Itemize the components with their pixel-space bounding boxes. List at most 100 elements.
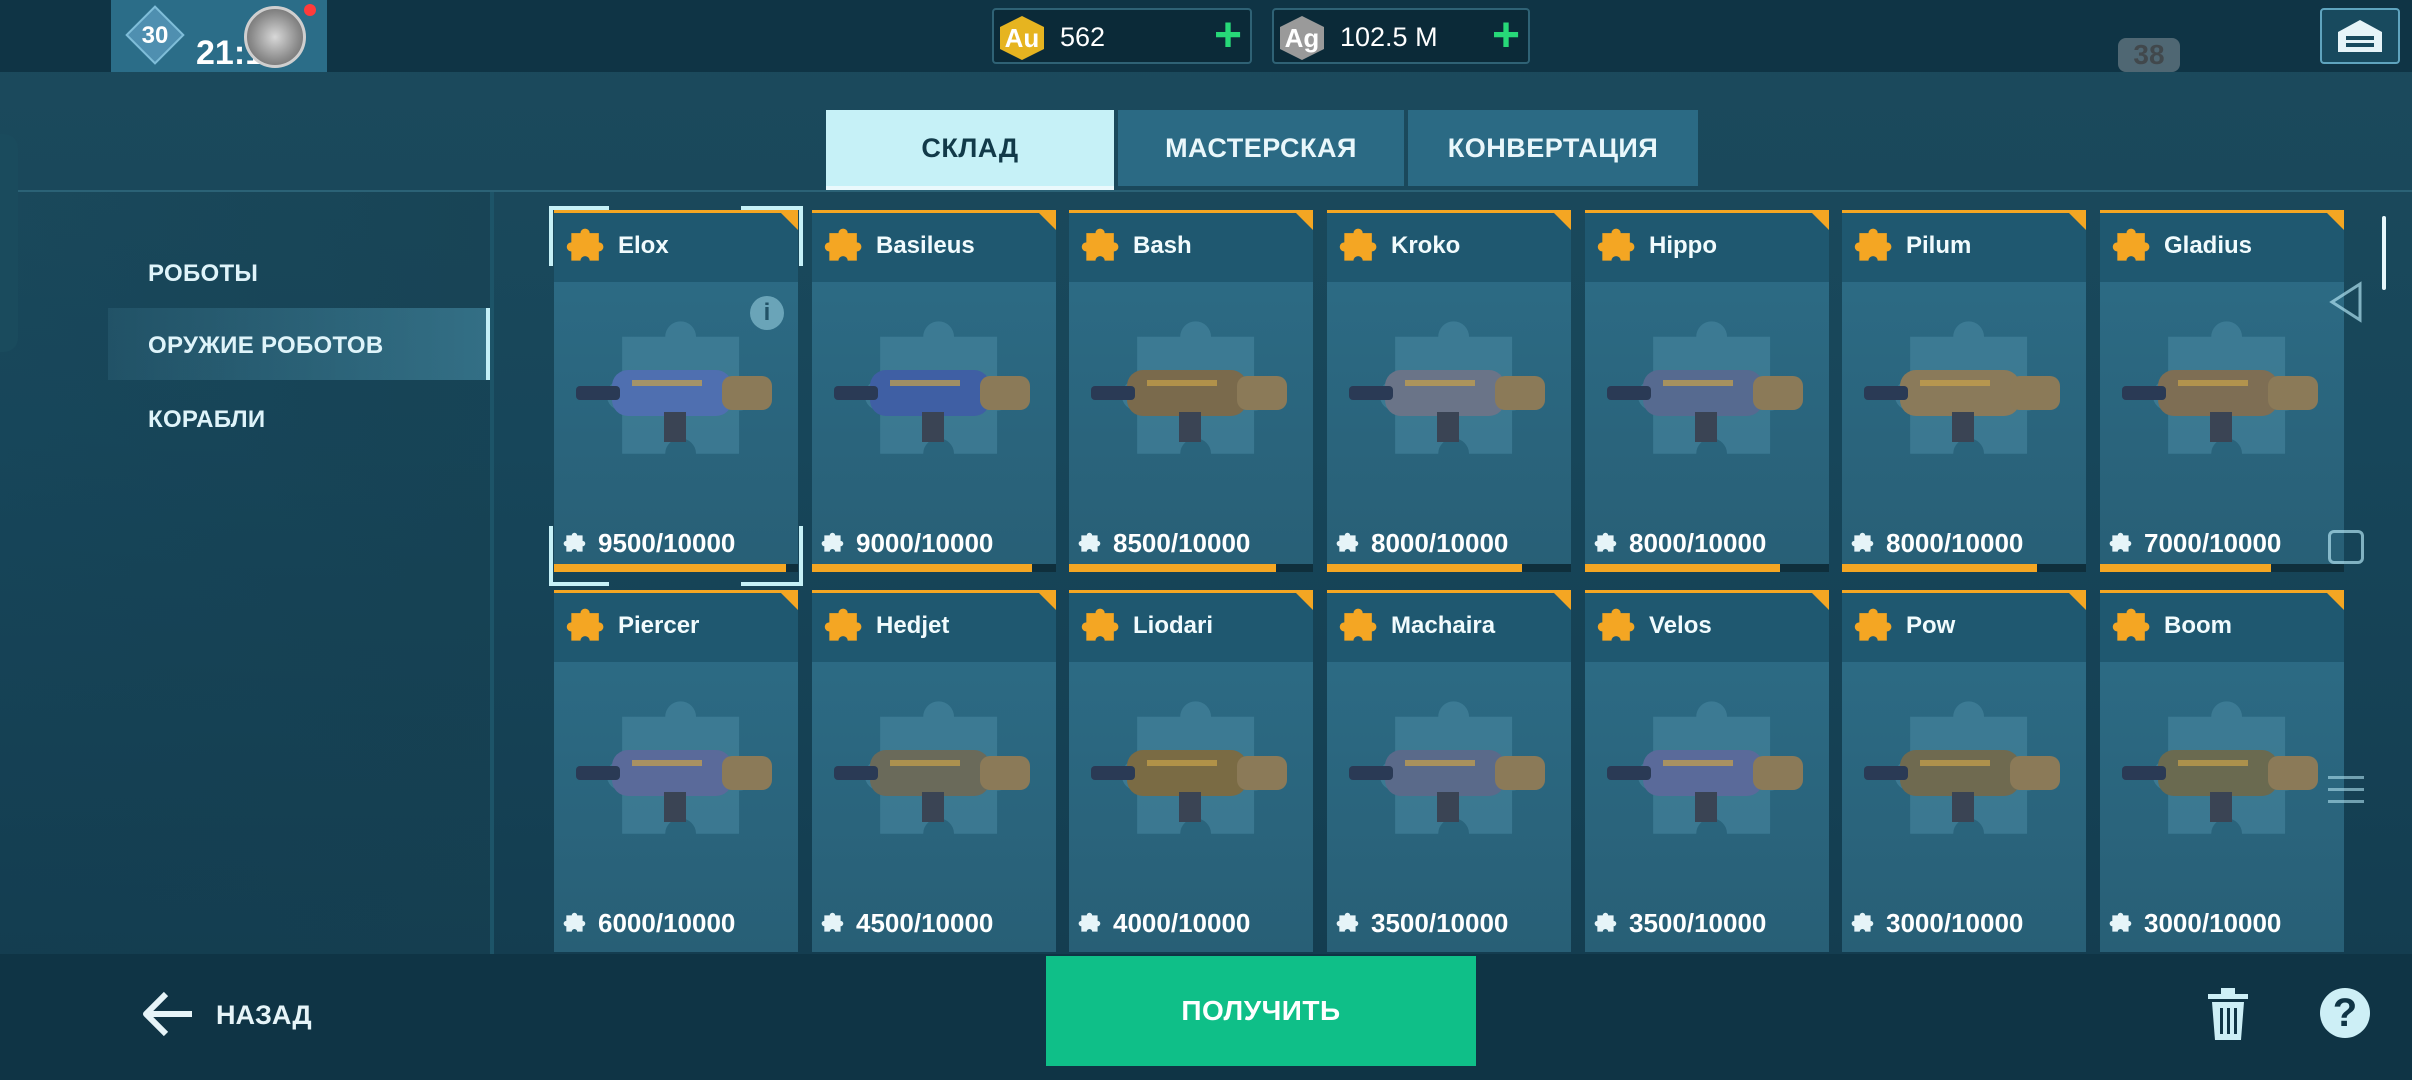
- item-name: Basileus: [876, 232, 975, 259]
- card-corner: [1809, 590, 1829, 610]
- puzzle-piece-icon: [824, 228, 862, 261]
- item-card[interactable]: Hippo 8000/10000: [1585, 210, 1829, 572]
- card-corner: [778, 590, 798, 610]
- card-accent-line: [1585, 210, 1829, 213]
- puzzle-piece-icon: [1339, 608, 1377, 641]
- gold-value: 562: [1060, 22, 1106, 52]
- item-name: Pow: [1906, 612, 1956, 639]
- puzzle-piece-icon: [1854, 228, 1892, 261]
- item-card[interactable]: Bash 8500/10000: [1069, 210, 1313, 572]
- card-corner: [1293, 210, 1313, 230]
- currency-silver: Ag 102.5 M +: [1272, 8, 1530, 64]
- card-corner: [778, 210, 798, 230]
- weapon-image: [2122, 750, 2318, 822]
- info-icon[interactable]: i: [750, 296, 784, 330]
- fragment-icon: [1336, 912, 1359, 932]
- get-button[interactable]: ПОЛУЧИТЬ: [1046, 956, 1476, 1066]
- item-name: Liodari: [1133, 612, 1214, 639]
- fragment-count-row: 8000/10000: [1327, 524, 1571, 558]
- progress-bar: [554, 564, 798, 572]
- card-accent-line: [1585, 590, 1829, 593]
- progress-fill: [812, 564, 1032, 572]
- item-card[interactable]: Basileus 9000/10000: [812, 210, 1056, 572]
- item-card[interactable]: Elox 9500/10000 i: [554, 210, 798, 572]
- tab-storage[interactable]: СКЛАД: [826, 110, 1114, 186]
- back-arrow-icon: [143, 991, 192, 1037]
- player-level: 30: [141, 22, 169, 49]
- fragment-count: 8000/10000: [1886, 528, 2024, 558]
- card-accent-line: [2100, 210, 2344, 213]
- weapon-image: [576, 370, 772, 442]
- grid-scrollbar[interactable]: [2382, 216, 2386, 290]
- weapon-image: [1349, 370, 1545, 442]
- fragment-icon: [1078, 532, 1101, 552]
- item-card[interactable]: Liodari 4000/10000: [1069, 590, 1313, 952]
- fragment-count-row: 3000/10000: [2100, 904, 2344, 938]
- fragment-count: 8500/10000: [1113, 528, 1251, 558]
- weapon-image: [576, 750, 772, 822]
- fragment-count-row: 3500/10000: [1327, 904, 1571, 938]
- fragment-count: 7000/10000: [2144, 528, 2282, 558]
- fragment-count-row: 8000/10000: [1585, 524, 1829, 558]
- fragment-icon: [1851, 532, 1874, 552]
- fragment-count-row: 3000/10000: [1842, 904, 2086, 938]
- weapon-image: [1349, 750, 1545, 822]
- item-name: Kroko: [1391, 232, 1461, 259]
- card-corner: [1293, 590, 1313, 610]
- menu-lines-icon[interactable]: [2326, 772, 2366, 808]
- category-robots[interactable]: РОБОТЫ: [148, 260, 258, 288]
- add-silver-button[interactable]: +: [1492, 12, 1520, 60]
- category-robot-weapons[interactable]: ОРУЖИЕ РОБОТОВ: [148, 332, 383, 360]
- item-card[interactable]: Hedjet 4500/10000: [812, 590, 1056, 952]
- trash-icon[interactable]: [2204, 986, 2252, 1042]
- progress-fill: [1842, 564, 2037, 572]
- progress-bar: [1069, 564, 1313, 572]
- card-corner: [2324, 210, 2344, 230]
- puzzle-piece-icon: [2112, 608, 2150, 641]
- weapon-image: [1607, 370, 1803, 442]
- puzzle-piece-icon: [1597, 608, 1635, 641]
- eagle-emblem-icon[interactable]: [244, 6, 306, 68]
- tab-conversion[interactable]: КОНВЕРТАЦИЯ: [1408, 110, 1698, 186]
- tab-workshop[interactable]: МАСТЕРСКАЯ: [1118, 110, 1404, 186]
- puzzle-piece-icon: [1081, 608, 1119, 641]
- item-card[interactable]: Kroko 8000/10000: [1327, 210, 1571, 572]
- fragment-count-row: 8500/10000: [1069, 524, 1313, 558]
- card-accent-line: [2100, 590, 2344, 593]
- fragment-icon: [1078, 912, 1101, 932]
- puzzle-piece-icon: [2112, 228, 2150, 261]
- weapon-image: [834, 750, 1030, 822]
- category-ships[interactable]: КОРАБЛИ: [148, 406, 265, 434]
- add-gold-button[interactable]: +: [1214, 12, 1242, 60]
- card-accent-line: [1069, 210, 1313, 213]
- fragment-icon: [821, 532, 844, 552]
- puzzle-piece-icon: [1081, 228, 1119, 261]
- collapse-arrow-icon[interactable]: [2328, 280, 2364, 324]
- card-corner: [2066, 590, 2086, 610]
- puzzle-piece-icon: [1597, 228, 1635, 261]
- fragment-icon: [821, 912, 844, 932]
- card-accent-line: [812, 210, 1056, 213]
- select-checkbox[interactable]: [2328, 530, 2364, 564]
- top-counter: 38: [2118, 38, 2180, 72]
- silver-icon: Ag: [1280, 16, 1324, 60]
- fragment-icon: [563, 532, 586, 552]
- item-card[interactable]: Piercer 6000/10000: [554, 590, 798, 952]
- item-card[interactable]: Machaira 3500/10000: [1327, 590, 1571, 952]
- item-card[interactable]: Velos 3500/10000: [1585, 590, 1829, 952]
- weapon-image: [1091, 750, 1287, 822]
- back-label[interactable]: НАЗАД: [216, 1000, 312, 1031]
- item-card[interactable]: Boom 3000/10000: [2100, 590, 2344, 952]
- help-button[interactable]: ?: [2320, 988, 2370, 1038]
- currency-gold: Au 562 +: [992, 8, 1252, 64]
- item-card[interactable]: Gladius 7000/10000: [2100, 210, 2344, 572]
- hangar-button[interactable]: [2320, 8, 2400, 64]
- puzzle-piece-icon: [1854, 608, 1892, 641]
- item-card[interactable]: Pilum 8000/10000: [1842, 210, 2086, 572]
- fragment-icon: [1851, 912, 1874, 932]
- puzzle-piece-icon: [824, 608, 862, 641]
- item-card[interactable]: Pow 3000/10000: [1842, 590, 2086, 952]
- card-corner: [2066, 210, 2086, 230]
- card-accent-line: [812, 590, 1056, 593]
- notification-dot: [304, 4, 316, 16]
